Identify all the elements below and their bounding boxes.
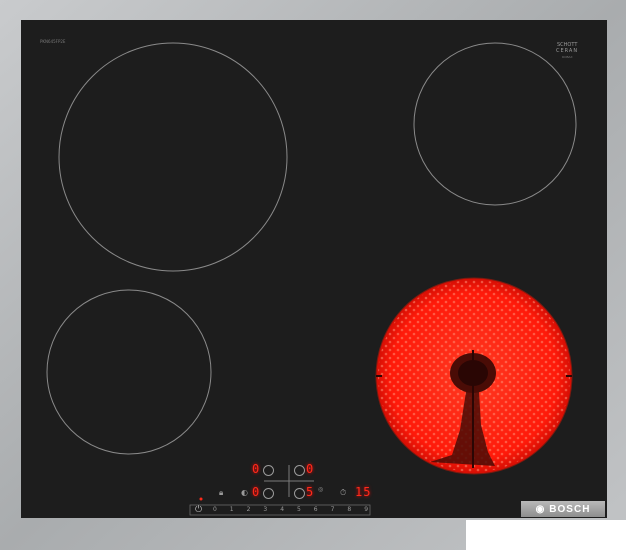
scale-step-1[interactable]: 1	[230, 506, 234, 513]
power-button-icon[interactable]: ⏻	[195, 505, 202, 515]
scale-step-9[interactable]: 9	[364, 506, 368, 513]
scale-step-2[interactable]: 2	[247, 506, 251, 513]
display-rear-left: 0	[252, 462, 261, 476]
scale-step-5[interactable]: 5	[297, 506, 301, 513]
brand-badge: ◉ BOSCH	[521, 501, 605, 517]
display-rear-right: 0	[306, 462, 315, 476]
scale-step-4[interactable]: 4	[280, 506, 284, 513]
scale-step-0[interactable]: 0	[213, 506, 217, 513]
display-front-right: 5	[306, 485, 315, 499]
background-cutout	[466, 520, 626, 550]
glass-brand-ceran: CERAN	[556, 48, 579, 54]
bosch-logo-icon: ◉	[535, 503, 546, 515]
scale-step-8[interactable]: 8	[347, 506, 351, 513]
lock-icon[interactable]: 🔒︎	[219, 488, 223, 498]
zone-front-right-heated[interactable]	[375, 277, 573, 475]
scale-step-3[interactable]: 3	[263, 506, 267, 513]
keep-warm-icon[interactable]: ◐	[241, 488, 248, 497]
zone-select-rear-left[interactable]	[263, 465, 274, 476]
scale-step-6[interactable]: 6	[314, 506, 318, 513]
dual-zone-icon[interactable]: ◎	[318, 486, 323, 493]
zone-select-rear-right[interactable]	[294, 465, 305, 476]
scale-step-7[interactable]: 7	[331, 506, 335, 513]
model-code: PKN645FP2E	[40, 39, 66, 44]
zone-select-front-right[interactable]	[294, 488, 305, 499]
brand-name: BOSCH	[549, 503, 591, 515]
glass-brand-sub: ROBAX	[562, 55, 573, 59]
power-indicator-dot	[199, 497, 203, 501]
timer-icon[interactable]: ⏱︎	[340, 488, 346, 498]
zone-select-front-left[interactable]	[263, 488, 274, 499]
display-front-left: 0	[252, 485, 261, 499]
timer-display: 15	[355, 485, 372, 499]
